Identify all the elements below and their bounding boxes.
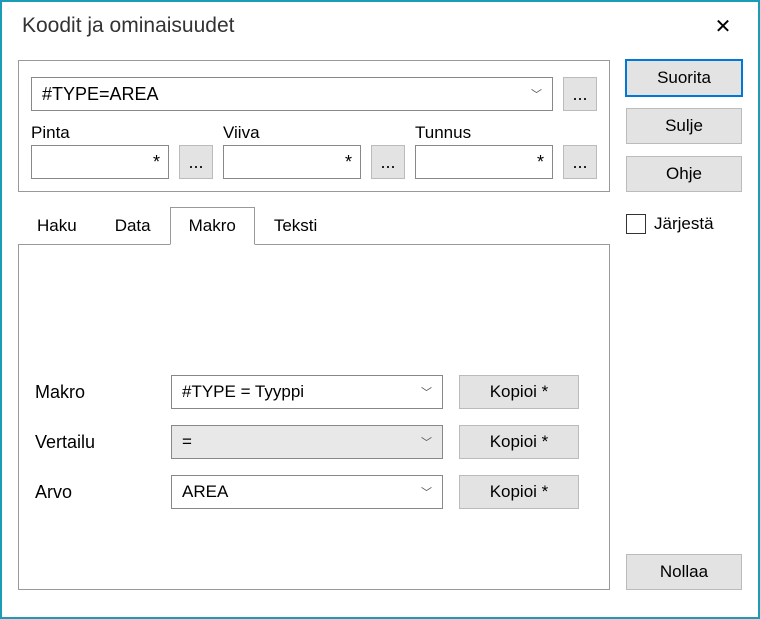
- viiva-group: Viiva ...: [223, 123, 405, 179]
- tunnus-group: Tunnus ...: [415, 123, 597, 179]
- pinta-label: Pinta: [31, 123, 213, 143]
- type-row: #TYPE=AREA ﹀ ...: [31, 77, 597, 111]
- type-combobox[interactable]: #TYPE=AREA ﹀: [31, 77, 553, 111]
- makro-label: Makro: [35, 382, 155, 403]
- ellipsis-icon: ...: [572, 152, 587, 173]
- chevron-down-icon: ﹀: [531, 86, 542, 102]
- spacer: [626, 246, 742, 542]
- tab-data[interactable]: Data: [96, 207, 170, 245]
- makro-combobox[interactable]: #TYPE = Tyyppi ﹀: [171, 375, 443, 409]
- pinta-group: Pinta ...: [31, 123, 213, 179]
- makro-combobox-value: #TYPE = Tyyppi: [182, 382, 304, 402]
- arvo-copy-button[interactable]: Kopioi *: [459, 475, 579, 509]
- content-area: #TYPE=AREA ﹀ ... Pinta ...: [2, 50, 758, 606]
- search-panel: #TYPE=AREA ﹀ ... Pinta ...: [18, 60, 610, 192]
- arvo-row: Arvo AREA ﹀ Kopioi *: [35, 475, 593, 509]
- fields-row: Pinta ... Viiva ...: [31, 123, 597, 179]
- vertailu-label: Vertailu: [35, 432, 155, 453]
- vertailu-copy-button[interactable]: Kopioi *: [459, 425, 579, 459]
- window-title: Koodit ja ominaisuudet: [22, 14, 234, 38]
- tab-makro[interactable]: Makro: [170, 207, 255, 245]
- arvo-combobox[interactable]: AREA ﹀: [171, 475, 443, 509]
- chevron-down-icon: ﹀: [421, 484, 432, 500]
- jarjesta-label: Järjestä: [654, 214, 714, 234]
- tab-haku[interactable]: Haku: [18, 207, 96, 245]
- ellipsis-icon: ...: [380, 152, 395, 173]
- sulje-button[interactable]: Sulje: [626, 108, 742, 144]
- nollaa-button[interactable]: Nollaa: [626, 554, 742, 590]
- type-browse-button[interactable]: ...: [563, 77, 597, 111]
- pinta-browse-button[interactable]: ...: [179, 145, 213, 179]
- arvo-combobox-value: AREA: [182, 482, 228, 502]
- chevron-down-icon: ﹀: [421, 384, 432, 400]
- suorita-button[interactable]: Suorita: [626, 60, 742, 96]
- jarjesta-checkbox-row: Järjestä: [626, 214, 742, 234]
- viiva-input[interactable]: [223, 145, 361, 179]
- tunnus-label: Tunnus: [415, 123, 597, 143]
- makro-panel: Makro #TYPE = Tyyppi ﹀ Kopioi * Vertailu…: [18, 245, 610, 590]
- ellipsis-icon: ...: [188, 152, 203, 173]
- vertailu-row: Vertailu = ﹀ Kopioi *: [35, 425, 593, 459]
- type-combobox-value: #TYPE=AREA: [42, 84, 159, 105]
- viiva-browse-button[interactable]: ...: [371, 145, 405, 179]
- close-icon[interactable]: ✕: [708, 14, 738, 39]
- tunnus-browse-button[interactable]: ...: [563, 145, 597, 179]
- ellipsis-icon: ...: [572, 84, 587, 105]
- right-column: Suorita Sulje Ohje Järjestä Nollaa: [626, 60, 742, 590]
- ohje-button[interactable]: Ohje: [626, 156, 742, 192]
- makro-copy-button[interactable]: Kopioi *: [459, 375, 579, 409]
- arvo-label: Arvo: [35, 482, 155, 503]
- tab-teksti[interactable]: Teksti: [255, 207, 336, 245]
- viiva-label: Viiva: [223, 123, 405, 143]
- pinta-input[interactable]: [31, 145, 169, 179]
- tab-strip: Haku Data Makro Teksti: [18, 206, 610, 245]
- dialog-window: Koodit ja ominaisuudet ✕ #TYPE=AREA ﹀ ..…: [0, 0, 760, 619]
- chevron-down-icon: ﹀: [421, 434, 432, 450]
- vertailu-combobox-value: =: [182, 432, 192, 452]
- jarjesta-checkbox[interactable]: [626, 214, 646, 234]
- tunnus-input[interactable]: [415, 145, 553, 179]
- makro-row: Makro #TYPE = Tyyppi ﹀ Kopioi *: [35, 375, 593, 409]
- left-column: #TYPE=AREA ﹀ ... Pinta ...: [18, 60, 610, 590]
- vertailu-combobox[interactable]: = ﹀: [171, 425, 443, 459]
- title-bar: Koodit ja ominaisuudet ✕: [2, 2, 758, 50]
